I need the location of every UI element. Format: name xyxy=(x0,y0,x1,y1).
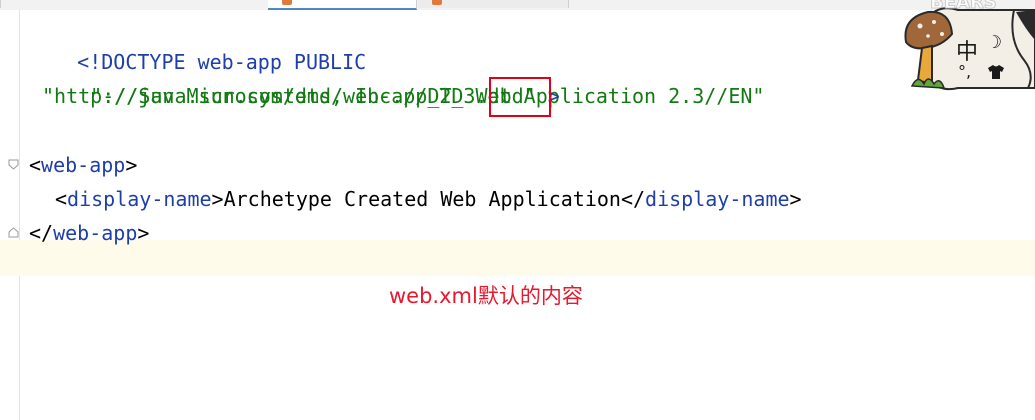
bracket: < xyxy=(29,153,42,177)
fold-open-icon[interactable] xyxy=(8,159,19,170)
fold-end-icon[interactable] xyxy=(8,227,19,238)
code-line-display-name: <display-name>Archetype Created Web Appl… xyxy=(55,182,802,216)
code-line-web-app-close: </web-app> xyxy=(29,216,149,250)
system-id-string: "http://java.sun.com/dtd/web-app xyxy=(42,84,428,108)
code-editor[interactable]: <!DOCTYPE web-app PUBLIC "-//Sun Microsy… xyxy=(20,10,1035,420)
version-highlight-box xyxy=(489,77,551,117)
code-line-web-app-open: <web-app> xyxy=(29,148,137,182)
display-name-end-tag: display-name xyxy=(645,187,790,211)
editor-gutter[interactable] xyxy=(0,10,20,420)
editor-tab-strip xyxy=(0,0,1035,10)
bracket: > xyxy=(125,153,138,177)
display-name-tag: display-name xyxy=(67,187,212,211)
web-app-tag: web-app xyxy=(41,153,126,177)
tab-web-xml[interactable] xyxy=(268,0,417,10)
bracket: </ xyxy=(29,221,54,245)
dtd-version-text: _2_3 xyxy=(427,84,476,108)
bracket: > xyxy=(211,187,224,211)
moon-icon: ☽ xyxy=(986,32,1003,53)
annotation-label: web.xml默认的内容 xyxy=(389,284,583,308)
web-app-end-tag: web-app xyxy=(53,221,138,245)
display-name-value: Archetype Created Web Application xyxy=(223,187,621,211)
code-line-public-id: "-//Sun Microsystems, Inc.//DTD Web Appl… xyxy=(42,45,764,108)
bracket: </ xyxy=(620,187,646,211)
shirt-icon xyxy=(986,64,1006,79)
code-line-doctype: <!DOCTYPE web-app PUBLIC xyxy=(29,11,366,74)
xml-file-icon xyxy=(282,0,292,5)
file-icon xyxy=(432,0,442,5)
sticker-banner: BEARS xyxy=(930,0,998,14)
bracket: > xyxy=(137,221,150,245)
bracket: < xyxy=(55,187,68,211)
punctuation-mode-icon: °, xyxy=(958,62,972,81)
tab-separator xyxy=(0,0,1,8)
bracket: > xyxy=(789,187,802,211)
tab-secondary-file[interactable] xyxy=(418,0,569,8)
code-line-system-id: "http://java.sun.com/dtd/web-app_2_3.dtd… xyxy=(42,79,560,113)
bears-ime-sticker[interactable]: BEARS 中 ☽ °, xyxy=(898,0,1035,102)
